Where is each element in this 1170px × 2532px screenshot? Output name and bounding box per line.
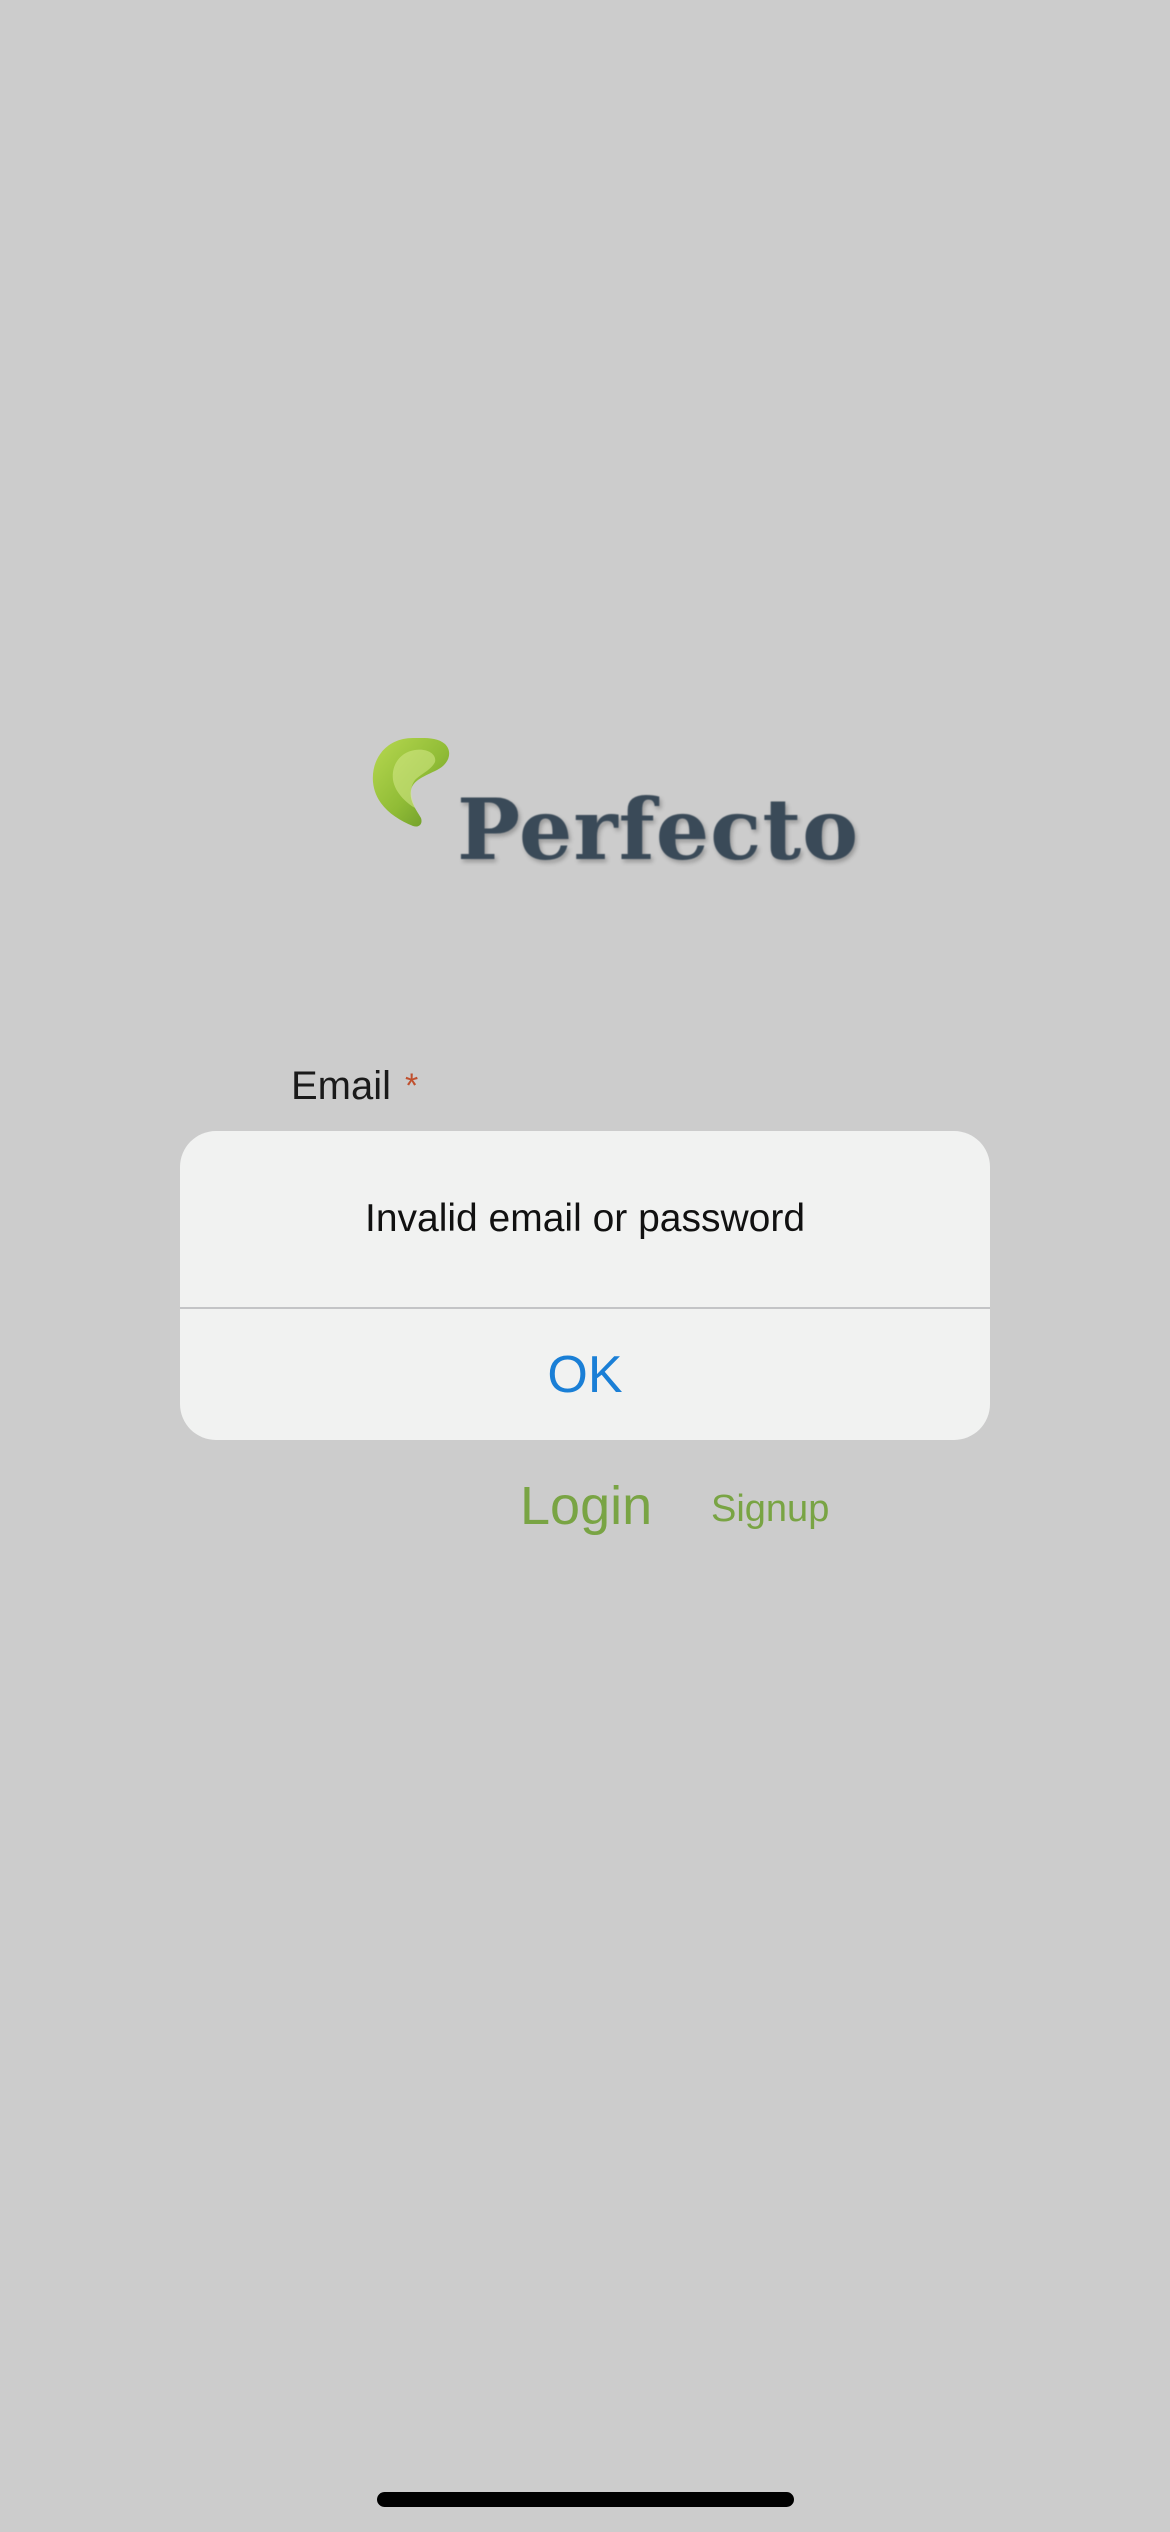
- email-label-text: Email: [291, 1063, 392, 1108]
- login-screen: Perfecto Email * Login Signup Invalid em…: [0, 0, 1170, 2532]
- login-button[interactable]: Login: [520, 1475, 652, 1537]
- home-indicator[interactable]: [377, 2492, 794, 2507]
- alert-ok-button[interactable]: OK: [180, 1309, 990, 1440]
- signup-button[interactable]: Signup: [711, 1488, 829, 1531]
- leaf-logo-icon: [372, 737, 450, 827]
- required-indicator: *: [405, 1066, 419, 1105]
- perfecto-logo: Perfecto: [365, 730, 858, 880]
- email-field-label: Email *: [291, 1058, 418, 1114]
- logo-wordmark: Perfecto: [457, 780, 860, 879]
- error-alert-dialog: Invalid email or password OK: [180, 1131, 990, 1440]
- alert-message: Invalid email or password: [364, 1197, 806, 1240]
